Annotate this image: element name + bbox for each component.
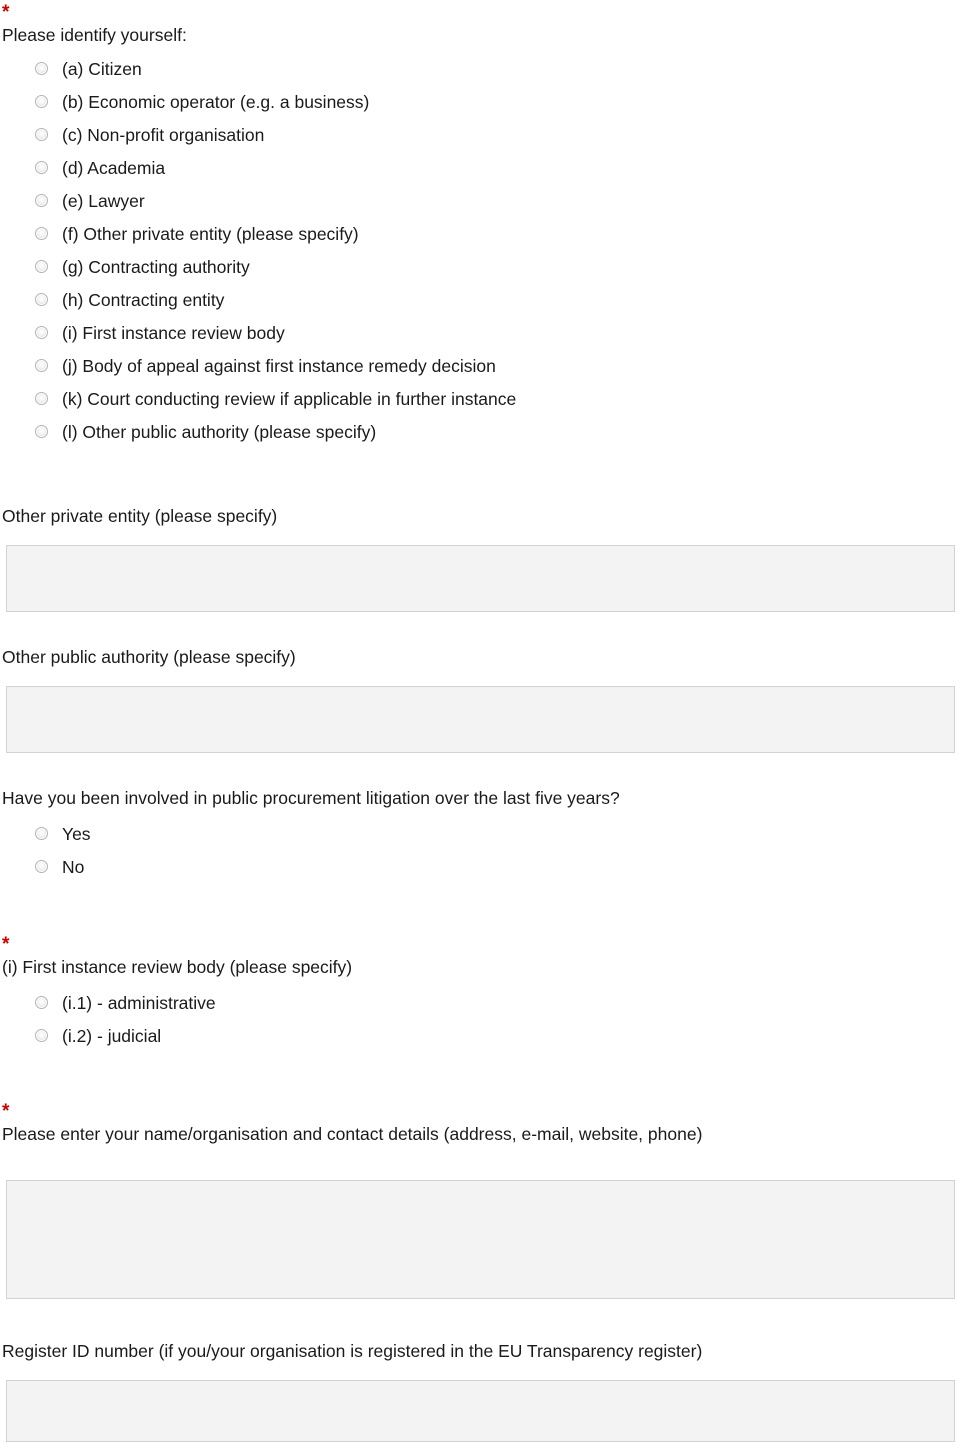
contact-details-field-wrap: [0, 1180, 955, 1299]
question-first-instance-text: (i) First instance review body (please s…: [2, 957, 353, 977]
radio-option-label: (i.1) - administrative: [62, 992, 216, 1013]
radio-button-icon[interactable]: [35, 326, 48, 339]
radio-group-identify: (a) Citizen (b) Economic operator (e.g. …: [0, 52, 516, 448]
radio-option-label: (a) Citizen: [62, 58, 142, 79]
radio-option-e[interactable]: (e) Lawyer: [0, 184, 516, 217]
register-id-block: Register ID number (if you/your organisa…: [0, 1340, 702, 1362]
radio-option-b[interactable]: (b) Economic operator (e.g. a business): [0, 85, 516, 118]
other-public-authority-field-wrap: [0, 686, 955, 753]
other-public-authority-input[interactable]: [6, 686, 955, 753]
question-identify-block: * Please identify yourself: (a) Citizen …: [0, 2, 516, 448]
radio-button-icon[interactable]: [35, 227, 48, 240]
radio-option-k[interactable]: (k) Court conducting review if applicabl…: [0, 382, 516, 415]
contact-details-label: Please enter your name/organisation and …: [2, 1124, 703, 1144]
other-private-entity-block: Other private entity (please specify): [0, 505, 277, 527]
radio-button-icon[interactable]: [35, 62, 48, 75]
radio-option-i2-judicial[interactable]: (i.2) - judicial: [0, 1019, 352, 1052]
contact-details-block: * Please enter your name/organisation an…: [0, 1101, 703, 1145]
radio-option-c[interactable]: (c) Non-profit organisation: [0, 118, 516, 151]
register-id-label: Register ID number (if you/your organisa…: [2, 1341, 703, 1361]
radio-button-icon[interactable]: [35, 128, 48, 141]
radio-button-icon[interactable]: [35, 95, 48, 108]
radio-option-label: (j) Body of appeal against first instanc…: [62, 355, 496, 376]
radio-button-icon[interactable]: [35, 392, 48, 405]
required-asterisk-contact: *: [2, 1101, 10, 1122]
radio-option-g[interactable]: (g) Contracting authority: [0, 250, 516, 283]
question-identify-text: Please identify yourself:: [2, 25, 187, 45]
radio-group-first-instance: (i.1) - administrative (i.2) - judicial: [0, 986, 352, 1052]
radio-option-i1-administrative[interactable]: (i.1) - administrative: [0, 986, 352, 1019]
radio-option-d[interactable]: (d) Academia: [0, 151, 516, 184]
radio-option-label: (e) Lawyer: [62, 190, 145, 211]
other-public-authority-label: Other public authority (please specify): [2, 647, 296, 667]
radio-option-h[interactable]: (h) Contracting entity: [0, 283, 516, 316]
radio-button-icon[interactable]: [35, 359, 48, 372]
register-id-input[interactable]: [6, 1380, 955, 1442]
required-asterisk-first-instance: *: [2, 934, 10, 955]
other-public-authority-block: Other public authority (please specify): [0, 646, 296, 668]
radio-group-litigation: Yes No: [0, 817, 620, 883]
radio-option-label: (b) Economic operator (e.g. a business): [62, 91, 370, 112]
radio-option-a[interactable]: (a) Citizen: [0, 52, 516, 85]
radio-option-label: (l) Other public authority (please speci…: [62, 421, 377, 442]
radio-option-no[interactable]: No: [0, 850, 620, 883]
radio-option-label: Yes: [62, 823, 91, 844]
radio-option-i[interactable]: (i) First instance review body: [0, 316, 516, 349]
radio-option-label: (g) Contracting authority: [62, 256, 250, 277]
register-id-field-wrap: [0, 1380, 955, 1442]
radio-button-icon[interactable]: [35, 827, 48, 840]
radio-option-label: (c) Non-profit organisation: [62, 124, 265, 145]
radio-button-icon[interactable]: [35, 260, 48, 273]
radio-option-f[interactable]: (f) Other private entity (please specify…: [0, 217, 516, 250]
radio-option-yes[interactable]: Yes: [0, 817, 620, 850]
radio-button-icon[interactable]: [35, 293, 48, 306]
other-private-entity-label: Other private entity (please specify): [2, 506, 278, 526]
radio-option-label: (f) Other private entity (please specify…: [62, 223, 359, 244]
question-litigation-block: Have you been involved in public procure…: [0, 787, 620, 883]
other-private-entity-input[interactable]: [6, 545, 955, 612]
radio-option-label: (k) Court conducting review if applicabl…: [62, 388, 517, 409]
question-first-instance-block: * (i) First instance review body (please…: [0, 934, 353, 1052]
other-private-entity-field-wrap: [0, 545, 955, 612]
radio-option-label: No: [62, 856, 85, 877]
radio-option-l[interactable]: (l) Other public authority (please speci…: [0, 415, 516, 448]
radio-button-icon[interactable]: [35, 194, 48, 207]
required-asterisk-identify: *: [2, 2, 10, 23]
radio-option-label: (i) First instance review body: [62, 322, 285, 343]
contact-details-input[interactable]: [6, 1180, 955, 1299]
radio-button-icon[interactable]: [35, 860, 48, 873]
radio-button-icon[interactable]: [35, 161, 48, 174]
radio-button-icon[interactable]: [35, 1029, 48, 1042]
radio-option-label: (d) Academia: [62, 157, 166, 178]
radio-button-icon[interactable]: [35, 996, 48, 1009]
survey-form-page: * Please identify yourself: (a) Citizen …: [0, 0, 960, 1442]
radio-option-j[interactable]: (j) Body of appeal against first instanc…: [0, 349, 516, 382]
radio-option-label: (i.2) - judicial: [62, 1025, 162, 1046]
question-litigation-text: Have you been involved in public procure…: [2, 788, 620, 808]
radio-option-label: (h) Contracting entity: [62, 289, 225, 310]
radio-button-icon[interactable]: [35, 425, 48, 438]
